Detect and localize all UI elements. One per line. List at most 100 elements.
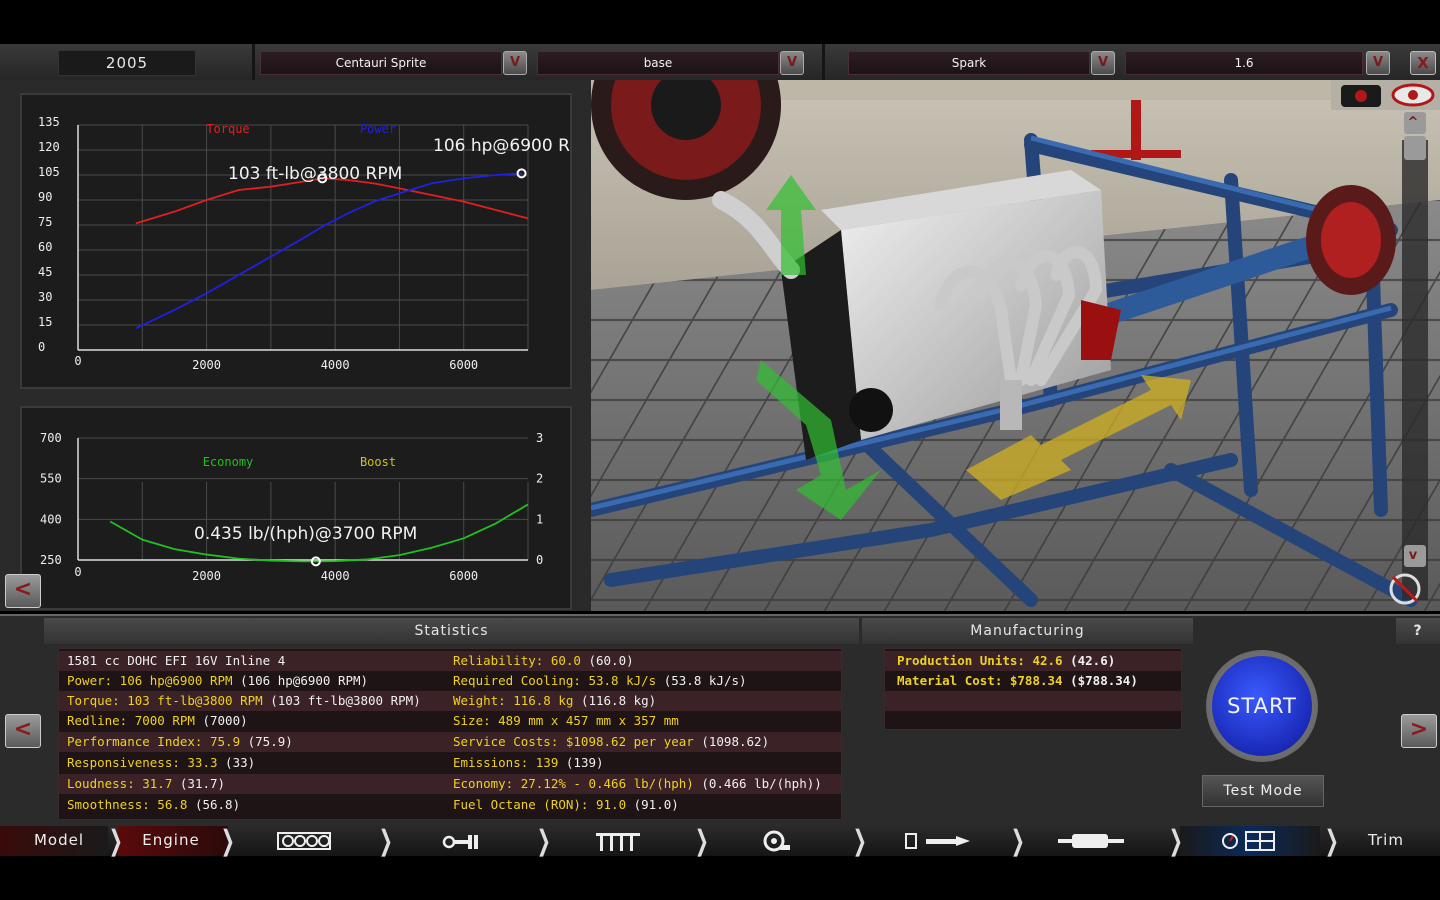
toggle-view-icon[interactable] [1389,573,1421,605]
stat-left-0: 1581 cc DOHC EFI 16V Inline 4 [67,651,285,671]
variant-dropdown-chevron-icon[interactable]: V [780,51,804,75]
y-tick-label: 45 [38,265,52,279]
y-tick-label: 90 [38,190,52,204]
performance-chart: 135 120 105 90 75 60 45 30 15 0 0 2000 4000 6000 Torqu… [20,93,572,389]
family-dropdown[interactable]: Spark [848,51,1090,75]
chevron-right-icon: ❯ [694,824,709,857]
stat-right-7: Fuel Octane (RON): 91.0 (91.0) [453,795,679,815]
tab-tuning-icon[interactable] [1220,830,1278,852]
tab-fuel-icon[interactable] [904,830,972,852]
engine-3d-viewport[interactable]: ^ v [591,80,1440,611]
x-tick-label: 0 [74,354,81,368]
y2-tick-label: 3 [536,431,543,445]
stat-left-5: Responsiveness: 33.3 (33) [67,753,255,773]
stat-label: Reliability: 60.0 [453,653,581,668]
tab-block-icon[interactable] [276,830,332,852]
stat-base-value: (139) [565,755,604,770]
variant-dropdown[interactable]: base [537,51,779,75]
displacement-dropdown-chevron-icon[interactable]: V [1366,51,1390,75]
stat-left-4: Performance Index: 75.9 (75.9) [67,732,293,752]
tab-valvetrain-icon[interactable] [594,829,642,853]
statistics-list: 1581 cc DOHC EFI 16V Inline 4 Power: 106… [58,648,842,820]
economy-chart: 700 550 400 250 3 2 1 0 0 2000 4000 6000 Economy Boos… [20,406,572,610]
y-tick-label: 30 [38,290,52,304]
displacement-dropdown[interactable]: 1.6 [1125,51,1363,75]
x-tick-label: 6000 [449,569,478,583]
stat-right-6: Economy: 27.12% - 0.466 lb/(hph) (0.466 … [453,774,822,794]
production-units: Production Units: 42.6 (42.6) [897,653,1116,668]
economy-chart-svg: 700 550 400 250 3 2 1 0 0 2000 4000 6000 Economy Boos… [40,431,543,583]
model-dropdown-chevron-icon[interactable]: V [503,51,527,75]
y-tick-label: 700 [40,431,62,445]
scroll-thumb[interactable] [1402,136,1424,160]
power-annotation: 106 hp@6900 RPM [433,136,570,156]
tab-turbo-icon[interactable] [760,829,792,853]
close-icon[interactable]: X [1410,51,1436,75]
tab-exhaust-icon[interactable] [1056,830,1126,852]
y-tick-label: 75 [38,215,52,229]
stat-left-1: Power: 106 hp@6900 RPM (106 hp@6900 RPM) [67,671,368,691]
x-tick-label: 2000 [192,569,221,583]
stat-base-value: (116.8 kg) [580,693,657,708]
stat-right-1: Required Cooling: 53.8 kJ/s (53.8 kJ/s) [453,671,747,691]
stat-right-4: Service Costs: $1098.62 per year (1098.6… [453,732,769,752]
y-tick-label: 250 [40,553,62,567]
y-tick-label: 135 [38,115,60,129]
stat-label: Redline: 7000 RPM [67,713,195,728]
stat-base-value: (0.466 lb/(hph)) [701,776,822,791]
x-tick-label: 4000 [321,358,350,372]
engine-scene-illustration [591,80,1440,611]
y-tick-label: 400 [40,512,62,526]
y2-tick-label: 1 [536,512,543,526]
tab-model[interactable]: Model [14,826,104,856]
scroll-down-icon[interactable]: v [1402,545,1424,567]
chevron-right-icon: ❯ [1324,824,1339,857]
start-button[interactable]: START [1212,656,1312,756]
chevron-right-icon: ❯ [220,824,235,857]
stat-right-5: Emissions: 139 (139) [453,753,604,773]
x-tick-label: 0 [74,565,81,579]
stat-base-value: (1098.62) [701,734,770,749]
stat-label: Emissions: 139 [453,755,559,770]
camera-icon[interactable] [1341,85,1381,107]
chevron-right-icon: ❯ [536,824,551,857]
year-field[interactable]: 2005 [58,50,196,76]
stat-label: Torque: 103 ft-lb@3800 RPM [67,693,263,708]
next-stage-button[interactable]: > [1401,714,1437,748]
legend-power: Power [360,122,396,136]
charts-back-button[interactable]: < [5,574,41,608]
stat-label: Size: 489 mm x 457 mm x 357 mm [453,713,679,728]
y2-tick-label: 0 [536,553,543,567]
divider [822,44,825,80]
x-tick-label: 2000 [192,358,221,372]
stat-label: Weight: 116.8 kg [453,693,574,708]
prev-stage-button[interactable]: < [5,714,41,748]
chevron-right-icon: ❯ [378,824,393,857]
y2-tick-label: 2 [536,472,543,486]
y-tick-label: 120 [38,140,60,154]
torque-annotation: 103 ft-lb@3800 RPM [228,164,402,184]
x-tick-label: 6000 [449,358,478,372]
performance-chart-svg: 135 120 105 90 75 60 45 30 15 0 0 2000 4000 6000 Torqu… [38,115,570,372]
statistics-header: Statistics [44,618,859,644]
tab-crankshaft-icon[interactable] [442,832,480,852]
family-dropdown-chevron-icon[interactable]: V [1091,51,1115,75]
manufacturing-header: Manufacturing [862,618,1193,644]
y-tick-label: 105 [38,165,60,179]
stat-label: Service Costs: $1098.62 per year [453,734,694,749]
y-tick-label: 0 [38,340,45,354]
stat-base-value: (103 ft-lb@3800 RPM) [270,693,421,708]
model-dropdown[interactable]: Centauri Sprite [260,51,502,75]
tab-trim[interactable]: Trim [1346,826,1426,856]
manufacturing-list: Production Units: 42.6 (42.6) Material C… [884,648,1182,730]
help-button[interactable]: ? [1396,618,1440,644]
stat-base-value: (33) [225,755,256,770]
test-mode-button[interactable]: Test Mode [1202,775,1324,807]
tab-engine[interactable]: Engine [126,826,216,856]
legend-economy: Economy [203,455,254,469]
scroll-up-icon[interactable]: ^ [1402,112,1424,134]
stat-base-value: (53.8 kJ/s) [663,673,747,688]
eye-icon[interactable] [1391,80,1436,110]
y-tick-label: 550 [40,472,62,486]
stat-base-value: (75.9) [247,734,293,749]
